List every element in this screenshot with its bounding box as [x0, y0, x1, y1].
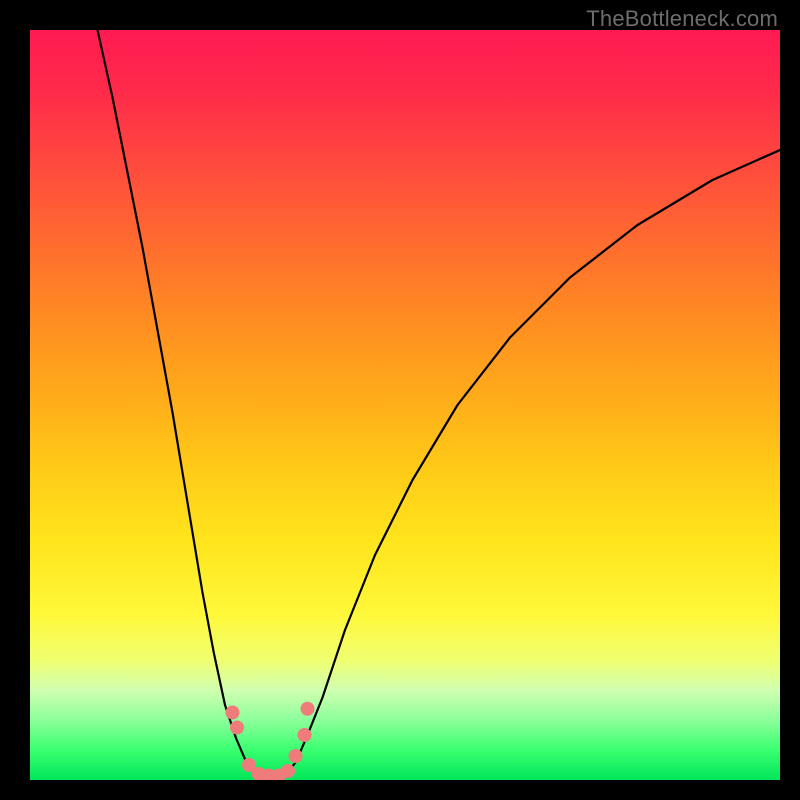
watermark-text: TheBottleneck.com: [586, 6, 778, 32]
data-marker: [301, 702, 315, 716]
chart-frame: TheBottleneck.com: [0, 0, 800, 800]
data-marker: [289, 749, 303, 763]
curve-layer: [30, 30, 780, 780]
plot-area: [30, 30, 780, 780]
data-marker: [281, 764, 295, 778]
bottleneck-curve: [98, 30, 781, 776]
data-marker: [230, 721, 244, 735]
data-marker: [226, 706, 240, 720]
data-marker: [298, 728, 312, 742]
